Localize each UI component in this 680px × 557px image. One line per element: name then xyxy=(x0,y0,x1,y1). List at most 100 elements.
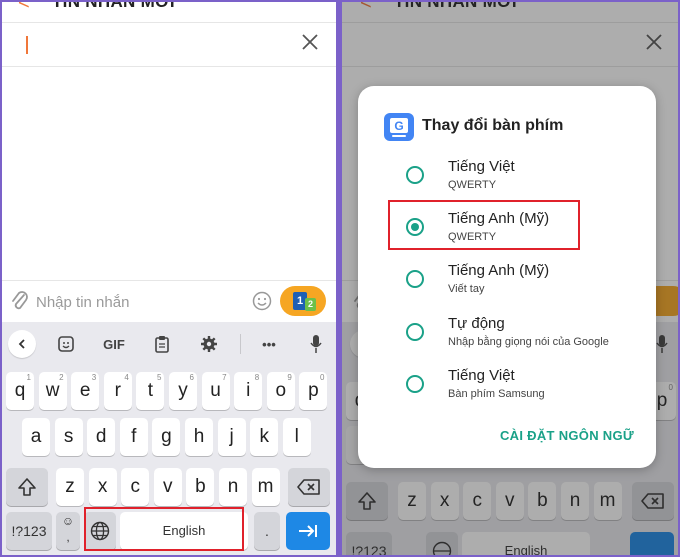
emoji-icon[interactable] xyxy=(252,291,272,311)
key-hint: 7 xyxy=(222,373,227,382)
key-l[interactable]: l xyxy=(282,418,311,456)
shift-arrow-icon xyxy=(18,478,36,496)
key-letter: y xyxy=(178,380,188,401)
clipboard-button[interactable] xyxy=(148,330,176,358)
symbols-key[interactable]: !?123 xyxy=(6,512,52,550)
key-letter: l xyxy=(294,426,299,447)
shift-key[interactable] xyxy=(6,468,48,506)
key-hint: 6 xyxy=(189,373,194,382)
key-a[interactable]: a xyxy=(22,418,50,456)
period-key[interactable]: . xyxy=(254,512,280,550)
key-r[interactable]: r4 xyxy=(103,372,132,410)
key-o[interactable]: o9 xyxy=(266,372,295,410)
enter-arrow-icon xyxy=(299,525,317,537)
sim2-icon: 2 xyxy=(305,298,316,311)
key-u[interactable]: u7 xyxy=(201,372,230,410)
key-z[interactable]: z xyxy=(56,468,84,506)
compose-bar: Nhập tin nhắn 1 2 xyxy=(0,280,336,323)
key-g[interactable]: g xyxy=(152,418,181,456)
key-letter: x xyxy=(97,476,108,497)
keyboard-toolbar: GIF ••• xyxy=(0,322,336,366)
attach-icon[interactable] xyxy=(10,289,30,313)
key-c[interactable]: c xyxy=(121,468,150,506)
radio-button[interactable] xyxy=(406,166,424,184)
keyboard: GIF ••• q 1 w 2 e 3 r 4 t 5 y 6 u 7 i 8 … xyxy=(0,322,336,557)
key-y[interactable]: y6 xyxy=(169,372,197,410)
recipient-field[interactable] xyxy=(0,22,336,67)
key-s[interactable]: s xyxy=(54,418,83,456)
back-icon[interactable]: < xyxy=(18,0,30,15)
key-n[interactable]: n xyxy=(219,468,247,506)
key-w[interactable]: w2 xyxy=(38,372,67,410)
key-letter: a xyxy=(30,426,42,447)
key-letter: r xyxy=(114,380,121,401)
key-d[interactable]: d xyxy=(87,418,116,456)
option-sublabel: Bàn phím Samsung xyxy=(448,388,545,400)
key-letter: v xyxy=(163,476,173,497)
key-letter: e xyxy=(79,380,91,401)
key-h[interactable]: h xyxy=(185,418,213,456)
dialog-title: Thay đổi bàn phím xyxy=(422,117,564,134)
sticker-icon xyxy=(58,336,74,352)
option-sublabel: QWERTY xyxy=(448,179,497,191)
option-tieng-viet-samsung[interactable]: Tiếng Việt Bàn phím Samsung xyxy=(358,367,656,417)
settings-button[interactable] xyxy=(195,330,223,358)
key-letter: d xyxy=(95,426,107,447)
backspace-key[interactable] xyxy=(288,468,330,506)
comma-label: , xyxy=(66,530,70,544)
key-letter: k xyxy=(259,426,269,447)
key-letter: u xyxy=(210,380,221,401)
highlight-box-space xyxy=(84,507,244,551)
key-hint: 9 xyxy=(287,373,292,382)
radio-button[interactable] xyxy=(406,323,424,341)
enter-key[interactable] xyxy=(286,512,330,550)
key-letter: j xyxy=(229,426,234,447)
option-tieng-anh-viet-tay[interactable]: Tiếng Anh (Mỹ) Viết tay xyxy=(358,262,656,312)
key-x[interactable]: x xyxy=(88,468,117,506)
send-button[interactable]: 1 2 xyxy=(280,286,326,316)
key-m[interactable]: m xyxy=(251,468,280,506)
key-q[interactable]: q1 xyxy=(6,372,34,410)
toolbar-divider xyxy=(240,334,241,354)
option-label: Tự động xyxy=(448,315,505,332)
clear-icon[interactable] xyxy=(298,30,322,54)
option-label: Tiếng Anh (Mỹ) xyxy=(448,262,550,279)
key-hint: 5 xyxy=(156,373,162,382)
key-p[interactable]: p0 xyxy=(299,372,328,410)
key-letter: w xyxy=(45,380,60,401)
gear-icon xyxy=(201,336,217,352)
key-i[interactable]: i8 xyxy=(234,372,263,410)
emoji-comma-key[interactable]: ☺ , xyxy=(56,512,80,550)
option-label: Tiếng Việt xyxy=(448,367,515,384)
key-letter: q xyxy=(14,380,26,401)
key-letter: p xyxy=(308,380,319,401)
voice-input-button[interactable] xyxy=(304,330,328,358)
key-k[interactable]: k xyxy=(250,418,279,456)
option-tu-dong[interactable]: Tự động Nhập bằng giọng nói của Google xyxy=(358,315,656,365)
option-sublabel: Viết tay xyxy=(448,283,485,295)
collapse-toolbar-button[interactable] xyxy=(8,330,36,358)
more-button[interactable]: ••• xyxy=(254,330,284,358)
key-b[interactable]: b xyxy=(186,468,215,506)
key-e[interactable]: e3 xyxy=(71,372,100,410)
language-settings-link[interactable]: CÀI ĐẶT NGÔN NGỮ xyxy=(500,428,634,443)
option-sublabel: Nhập bằng giọng nói của Google xyxy=(448,336,609,348)
key-hint: 0 xyxy=(319,373,325,382)
microphone-icon xyxy=(310,335,322,353)
key-j[interactable]: j xyxy=(217,418,246,456)
left-screen: < TIN NHẮN MỚI Nhập tin nhắn 1 2 GIF •••… xyxy=(0,0,336,557)
radio-button[interactable] xyxy=(406,375,424,393)
key-letter: z xyxy=(65,476,75,497)
clipboard-icon xyxy=(155,336,169,353)
key-v[interactable]: v xyxy=(153,468,182,506)
key-letter: f xyxy=(131,426,137,447)
chevron-left-icon xyxy=(18,339,25,349)
app-header: < TIN NHẮN MỚI xyxy=(0,0,336,23)
key-letter: b xyxy=(195,476,206,497)
message-input[interactable]: Nhập tin nhắn xyxy=(36,294,129,311)
key-f[interactable]: f xyxy=(119,418,148,456)
key-t[interactable]: t5 xyxy=(136,372,165,410)
sticker-button[interactable] xyxy=(52,330,80,358)
radio-button[interactable] xyxy=(406,270,424,288)
gif-button[interactable]: GIF xyxy=(96,330,132,358)
